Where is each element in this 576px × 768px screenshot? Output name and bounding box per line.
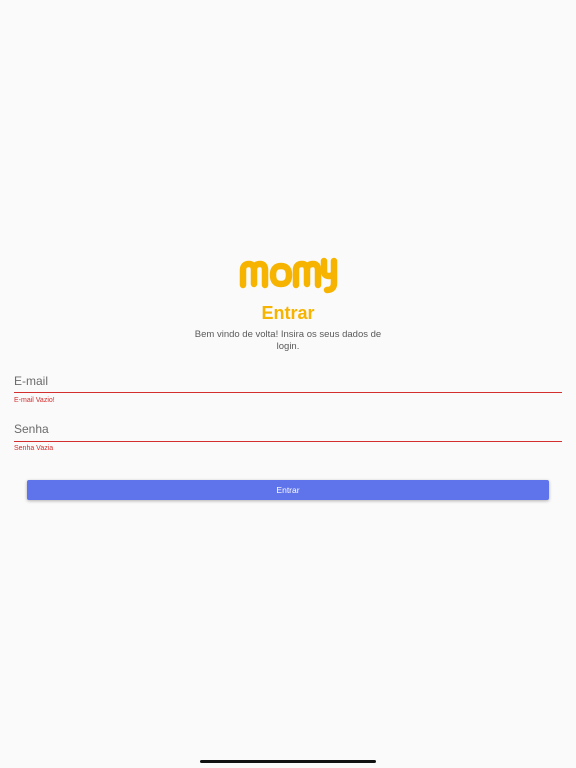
home-indicator[interactable] (200, 760, 376, 763)
email-error: E-mail Vazio! (14, 397, 55, 404)
password-field: Senha Vazia (14, 420, 562, 460)
momy-logo (239, 257, 338, 294)
login-button[interactable]: Entrar (27, 480, 549, 500)
page-title: Entrar (261, 303, 315, 323)
welcome-subtitle: Bem vindo de volta! Insira os seus dados… (194, 329, 382, 352)
login-screen: Entrar Bem vindo de volta! Insira os seu… (0, 0, 576, 768)
password-underline (14, 441, 562, 442)
password-error: Senha Vazia (14, 445, 54, 452)
email-underline (14, 392, 562, 393)
password-input[interactable] (14, 420, 562, 438)
email-field: E-mail Vazio! (14, 372, 562, 412)
email-input[interactable] (14, 372, 562, 390)
